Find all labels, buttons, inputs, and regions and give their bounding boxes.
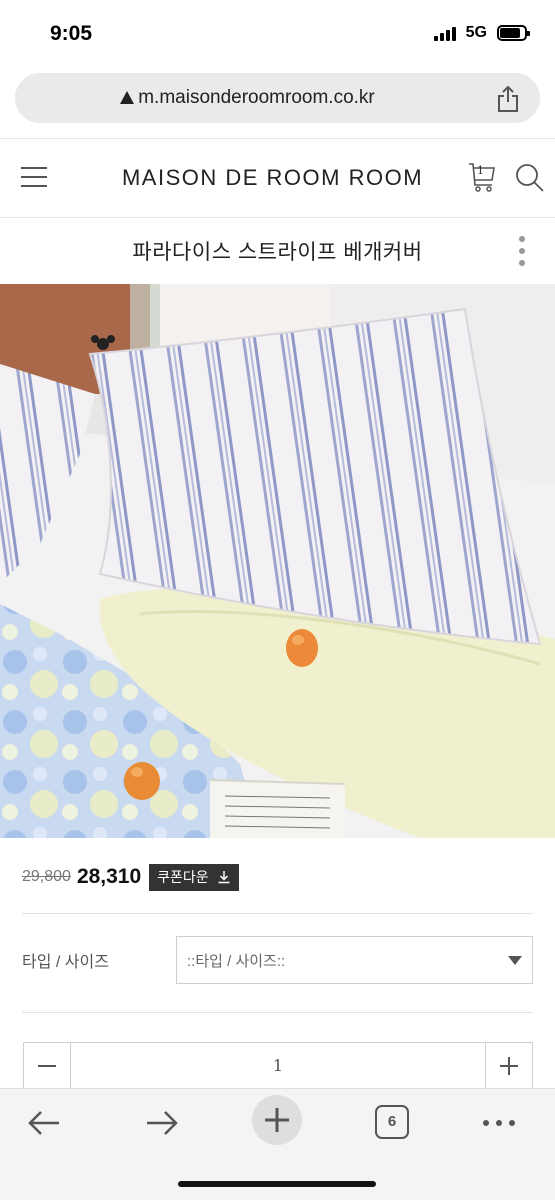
status-time: 9:05 (50, 22, 93, 45)
cart-count-badge: 1 (477, 164, 484, 177)
coupon-download-button[interactable]: 쿠폰다운 (149, 863, 239, 891)
more-options-icon[interactable] (518, 236, 526, 266)
share-icon[interactable] (496, 85, 520, 113)
home-indicator (178, 1181, 376, 1187)
chevron-down-icon (508, 956, 522, 965)
signal-icon (433, 25, 456, 41)
url-display[interactable]: m.maisonderoomroom.co.kr (15, 87, 480, 109)
new-tab-button[interactable] (252, 1095, 302, 1145)
quantity-stepper: 1 (23, 1042, 533, 1090)
site-header: MAISON DE ROOM ROOM 1 (0, 139, 555, 217)
price-row: 29,800 28,310 쿠폰다운 (22, 862, 239, 892)
battery-icon (497, 25, 530, 41)
divider (22, 913, 533, 914)
divider (22, 1012, 533, 1013)
plus-icon (265, 1108, 289, 1132)
warning-icon (120, 91, 135, 104)
original-price: 29,800 (22, 868, 71, 885)
quantity-value[interactable]: 1 (72, 1056, 484, 1075)
option-select[interactable]: ::타입 / 사이즈:: (176, 936, 533, 984)
back-arrow-icon[interactable] (27, 1103, 63, 1143)
tabs-count-icon: 6 (375, 1105, 409, 1139)
option-label: 타입 / 사이즈 (22, 954, 109, 971)
download-icon (218, 871, 230, 884)
increase-quantity-button[interactable] (485, 1043, 532, 1089)
option-select-value: ::타입 / 사이즈:: (187, 953, 286, 970)
tabs-button[interactable]: 6 (375, 1105, 411, 1141)
coupon-label: 쿠폰다운 (157, 869, 209, 885)
url-bar[interactable]: m.maisonderoomroom.co.kr (15, 73, 540, 123)
status-bar: 9:05 5G (0, 0, 555, 68)
status-indicators: 5G (433, 24, 530, 42)
cart-button[interactable]: 1 (467, 161, 497, 193)
decrease-quantity-button[interactable] (24, 1043, 71, 1089)
product-title: 파라다이스 스트라이프 베개커버 (132, 241, 423, 264)
sale-price: 28,310 (76, 865, 142, 888)
url-text: m.maisonderoomroom.co.kr (138, 87, 375, 108)
forward-arrow-icon[interactable] (143, 1103, 179, 1143)
product-image[interactable] (0, 284, 555, 838)
network-type: 5G (465, 24, 487, 41)
search-icon[interactable] (515, 163, 545, 193)
more-icon[interactable] (481, 1103, 517, 1143)
product-photo (0, 284, 555, 838)
product-title-bar: 파라다이스 스트라이프 베개커버 (0, 218, 555, 284)
